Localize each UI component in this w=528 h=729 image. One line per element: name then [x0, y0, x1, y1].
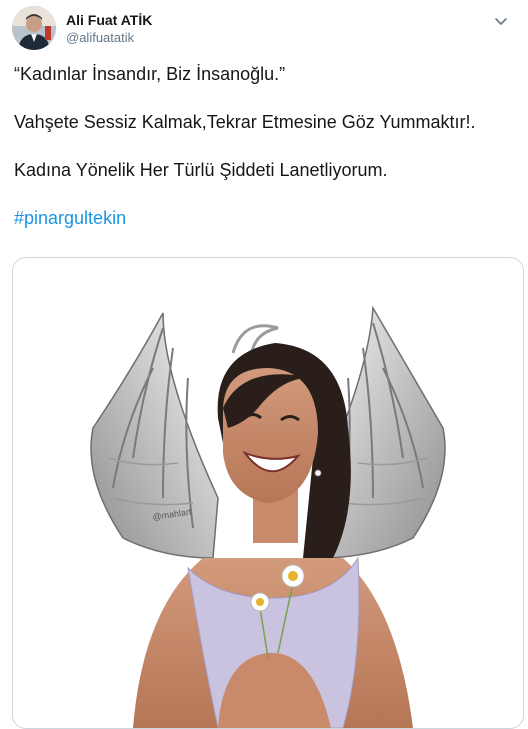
tweet-body: “Kadınlar İnsandır, Biz İnsanoğlu.” Vahş…	[14, 62, 514, 254]
angel-portrait-illustration: @mahlart	[90, 305, 446, 728]
author-display-name[interactable]: Ali Fuat ATİK	[66, 11, 152, 29]
tweet-line-1: “Kadınlar İnsandır, Biz İnsanoğlu.”	[14, 64, 286, 84]
tweet-media-image[interactable]: @mahlart	[12, 257, 524, 729]
tweet-line-2: Vahşete Sessiz Kalmak,Tekrar Etmesine Gö…	[14, 112, 476, 132]
tweet-header: Ali Fuat ATİK @alifuatatik	[12, 6, 516, 52]
chevron-down-icon[interactable]	[490, 10, 512, 32]
author-handle[interactable]: @alifuatatik	[66, 29, 152, 46]
author-avatar[interactable]	[12, 6, 56, 50]
avatar-photo	[12, 6, 56, 50]
hashtag-link[interactable]: #pinargultekin	[14, 208, 126, 228]
tweet-line-3: Kadına Yönelik Her Türlü Şiddeti Lanetli…	[14, 160, 388, 180]
author-names: Ali Fuat ATİK @alifuatatik	[66, 11, 152, 46]
